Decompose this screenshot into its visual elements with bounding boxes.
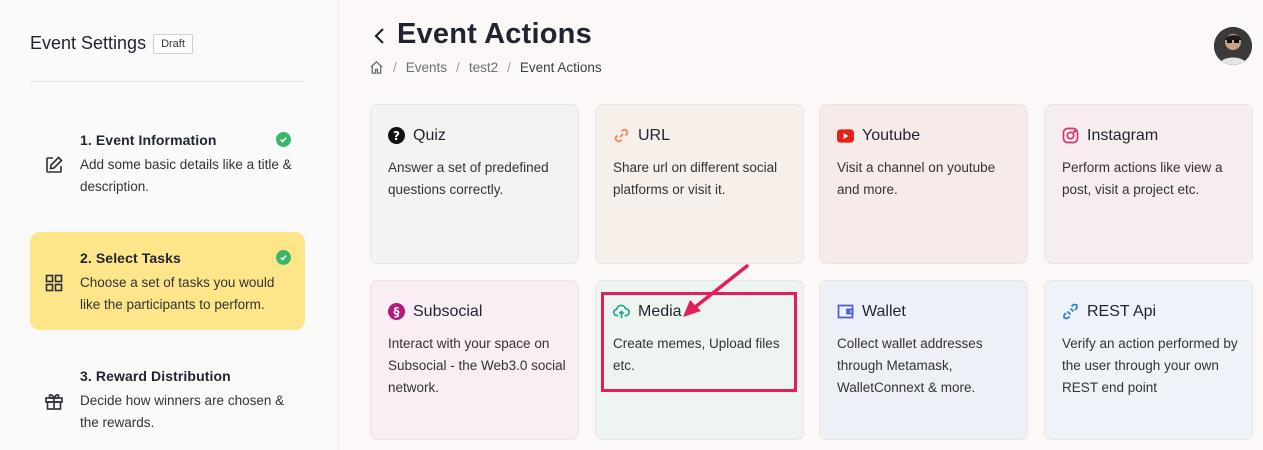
card-title: REST Api <box>1087 303 1157 320</box>
svg-text:?: ? <box>393 129 400 143</box>
youtube-icon <box>837 127 854 144</box>
api-icon <box>1062 303 1079 320</box>
subsocial-icon: § <box>388 303 405 320</box>
sidebar-header: Event Settings Draft <box>30 33 193 54</box>
check-icon <box>276 250 291 265</box>
step-description: Decide how winners are chosen & the rewa… <box>80 393 285 430</box>
breadcrumb-separator: / <box>393 60 397 75</box>
action-card-subsocial[interactable]: § Subsocial Interact with your space on … <box>370 280 579 440</box>
card-description: Visit a channel on youtube and more. <box>837 160 996 197</box>
breadcrumb-current: Event Actions <box>519 60 602 75</box>
step-description: Add some basic details like a title & de… <box>80 157 292 194</box>
status-badge: Draft <box>153 33 193 54</box>
card-description: Collect wallet addresses through Metamas… <box>837 336 983 395</box>
card-description: Interact with your space on Subsocial - … <box>388 336 566 395</box>
action-card-url[interactable]: URL Share url on different social platfo… <box>595 104 804 264</box>
action-card-quiz[interactable]: ? Quiz Answer a set of predefined questi… <box>370 104 579 264</box>
link-icon <box>613 127 630 144</box>
breadcrumb-test2[interactable]: test2 <box>469 60 498 75</box>
card-description: Answer a set of predefined questions cor… <box>388 160 549 197</box>
home-icon[interactable] <box>369 60 384 75</box>
question-icon: ? <box>388 127 405 144</box>
breadcrumb-separator: / <box>507 60 511 75</box>
step-reward-distribution[interactable]: 3. Reward Distribution Decide how winner… <box>30 350 305 448</box>
gift-icon <box>43 390 65 412</box>
card-title: Subsocial <box>413 303 483 320</box>
card-title: Youtube <box>862 127 921 144</box>
sidebar: Event Settings Draft 1. Event Informatio… <box>0 0 338 450</box>
avatar[interactable] <box>1214 27 1252 65</box>
card-title: URL <box>638 127 671 144</box>
edit-icon <box>43 154 65 176</box>
step-event-information[interactable]: 1. Event Information Add some basic deta… <box>30 114 305 212</box>
action-card-wallet[interactable]: Wallet Collect wallet addresses through … <box>819 280 1028 440</box>
action-card-instagram[interactable]: Instagram Perform actions like view a po… <box>1044 104 1253 264</box>
wallet-icon <box>837 303 854 320</box>
card-description: Share url on different social platforms … <box>613 160 778 197</box>
step-title: 1. Event Information <box>80 132 217 148</box>
step-title: 2. Select Tasks <box>80 250 181 266</box>
svg-text:§: § <box>394 305 400 319</box>
page-title: Event Actions <box>397 18 592 50</box>
card-title: Instagram <box>1087 127 1159 144</box>
breadcrumb-events[interactable]: Events <box>406 60 447 75</box>
breadcrumb: / Events / test2 / Event Actions <box>369 60 602 75</box>
check-icon <box>276 132 291 147</box>
step-select-tasks[interactable]: 2. Select Tasks Choose a set of tasks yo… <box>30 232 305 330</box>
action-card-rest-api[interactable]: REST Api Verify an action performed by t… <box>1044 280 1253 440</box>
card-title: Wallet <box>862 303 906 320</box>
action-card-youtube[interactable]: Youtube Visit a channel on youtube and m… <box>819 104 1028 264</box>
card-description: Create memes, Upload files etc. <box>613 336 780 373</box>
card-title: Media <box>638 303 682 320</box>
step-title: 3. Reward Distribution <box>80 368 231 384</box>
divider <box>30 81 304 82</box>
action-card-media[interactable]: Media Create memes, Upload files etc. <box>595 280 804 440</box>
grid-icon <box>43 272 65 294</box>
sidebar-title: Event Settings <box>30 33 147 53</box>
cloud-upload-icon <box>613 303 630 320</box>
card-title: Quiz <box>413 127 446 144</box>
back-button[interactable] <box>370 24 388 48</box>
card-description: Verify an action performed by the user t… <box>1062 336 1238 395</box>
card-description: Perform actions like view a post, visit … <box>1062 160 1223 197</box>
breadcrumb-separator: / <box>456 60 460 75</box>
instagram-icon <box>1062 127 1079 144</box>
step-description: Choose a set of tasks you would like the… <box>80 275 275 312</box>
